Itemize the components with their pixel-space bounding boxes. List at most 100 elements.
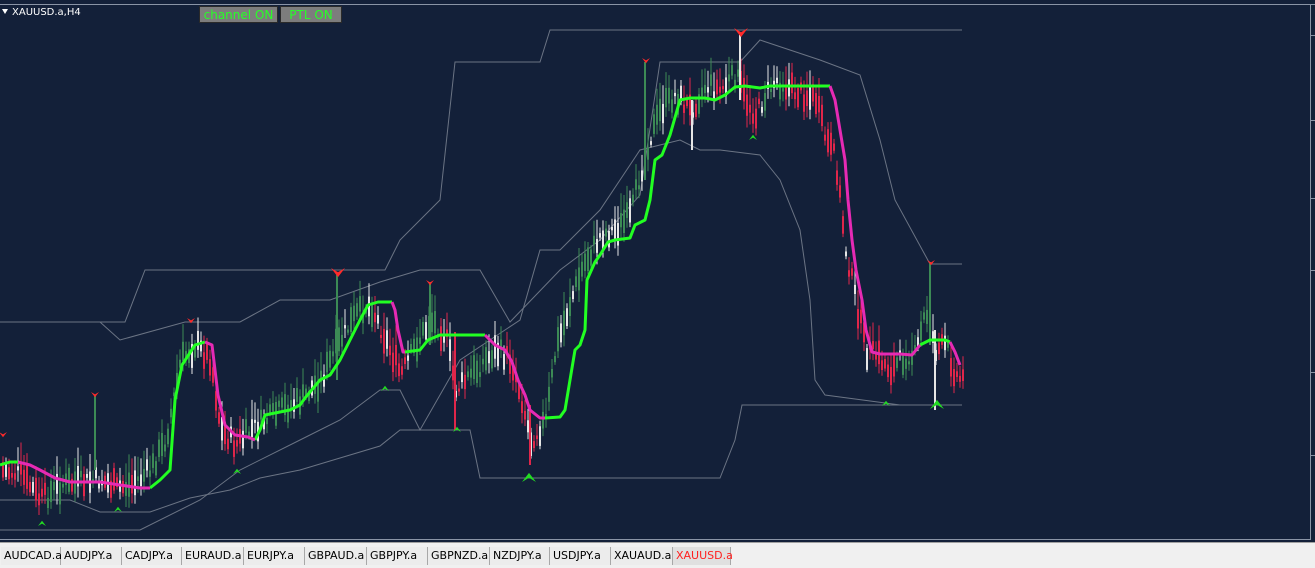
price-scale-tick — [1311, 198, 1315, 199]
candle-body — [128, 472, 130, 497]
candle-body — [674, 92, 676, 97]
candle-body — [731, 65, 733, 76]
chart-symbol-title: XAUUSD.a,H4 — [2, 7, 81, 19]
candle-body — [143, 468, 145, 482]
candle-body — [557, 327, 559, 352]
candle-body — [719, 86, 721, 93]
ptl-toggle-button[interactable]: PTL ON — [280, 6, 342, 23]
candle-body — [203, 352, 205, 369]
candle-body — [581, 261, 583, 277]
candle-body — [833, 143, 835, 151]
tab-nzdjpy-a[interactable]: NZDJPY.a — [490, 547, 550, 565]
candle-body — [470, 368, 472, 378]
candle-body — [272, 403, 274, 412]
candle-body — [611, 226, 613, 231]
candle-body — [11, 472, 13, 478]
tab-xauaud-a[interactable]: XAUAUD.a — [611, 547, 673, 565]
tab-usdjpy-a[interactable]: USDJPY.a — [550, 547, 611, 565]
candle-body — [125, 481, 127, 496]
candle-body — [209, 359, 211, 376]
candle-body — [824, 134, 826, 141]
candle-body — [29, 481, 31, 493]
candle-body — [728, 74, 730, 82]
candle-body — [389, 345, 391, 356]
candle-body — [152, 453, 154, 468]
candle-body — [620, 213, 622, 228]
candle-body — [527, 420, 529, 433]
tab-cadjpy-a[interactable]: CADJPY.a — [122, 547, 182, 565]
candle-body — [566, 308, 568, 327]
candle-body — [563, 310, 565, 336]
chart-symbol-text: XAUUSD.a,H4 — [12, 7, 81, 18]
candle-body — [743, 77, 745, 102]
tab-gbpnzd-a[interactable]: GBPNZD.a — [428, 547, 490, 565]
candle-body — [701, 87, 703, 97]
candle-body — [482, 358, 484, 365]
candle-body — [836, 170, 838, 185]
candle-body — [560, 323, 562, 343]
candle-body — [908, 361, 910, 365]
tab-gbpjpy-a[interactable]: GBPJPY.a — [367, 547, 428, 565]
candle-body — [491, 350, 493, 369]
candle-body — [554, 356, 556, 363]
candle-body — [590, 249, 592, 266]
candle-body — [410, 343, 412, 351]
candle-body — [944, 335, 946, 351]
candle-body — [791, 72, 793, 94]
channel-upper-line — [0, 29, 962, 323]
candle-body — [296, 387, 298, 402]
candle-body — [923, 312, 925, 320]
candle-body — [26, 464, 28, 489]
tab-audjpy-a[interactable]: AUDJPY.a — [61, 547, 122, 565]
candle-body — [50, 480, 52, 503]
candle-body — [668, 87, 670, 104]
candle-body — [287, 404, 289, 423]
candle-body — [245, 419, 247, 433]
candle-body — [548, 386, 550, 402]
buy-arrow-icon — [38, 520, 46, 526]
candle-body — [617, 223, 619, 246]
candle-body — [857, 309, 859, 329]
candle-body — [890, 366, 892, 386]
candle-body — [848, 270, 850, 277]
tab-eurjpy-a[interactable]: EURJPY.a — [244, 547, 305, 565]
candle-body — [542, 411, 544, 429]
tab-xauusd-a[interactable]: XAUUSD.a — [673, 547, 733, 565]
collapse-triangle-icon — [2, 9, 8, 14]
candle-body — [431, 312, 433, 333]
candle-body — [713, 91, 715, 99]
chart-window[interactable]: XAUUSD.a,H4 channel ON PTL ON — [0, 0, 1315, 542]
candle-body — [842, 216, 844, 234]
candle-body — [893, 352, 895, 377]
candle-body — [695, 103, 697, 117]
candle-body — [350, 307, 352, 333]
candle-body — [758, 98, 760, 105]
candle-body — [665, 87, 667, 108]
candle-body — [155, 461, 157, 476]
candle-body — [956, 371, 958, 377]
candle-body — [167, 428, 169, 445]
candle-body — [53, 481, 55, 491]
candle-body — [536, 435, 538, 440]
channel-toggle-button[interactable]: channel ON — [199, 6, 278, 23]
tab-gbpaud-a[interactable]: GBPAUD.a — [305, 547, 367, 565]
candle-body — [374, 312, 376, 323]
candle-body — [626, 202, 628, 218]
candle-body — [62, 483, 64, 488]
candle-body — [419, 337, 421, 344]
candle-body — [353, 305, 355, 322]
candle-body — [341, 334, 343, 347]
candle-body — [332, 351, 334, 357]
candle-body — [746, 94, 748, 116]
candle-body — [752, 113, 754, 124]
candle-body — [635, 179, 637, 190]
tab-audcad-a[interactable]: AUDCAD.a — [1, 547, 62, 565]
candle-body — [902, 354, 904, 375]
sell-arrow-icon — [91, 392, 99, 398]
candle-body — [68, 467, 70, 492]
price-chart[interactable] — [0, 0, 1315, 542]
candle-body — [131, 474, 133, 494]
candle-body — [650, 141, 652, 145]
candle-body — [134, 470, 136, 496]
tab-euraud-a[interactable]: EURAUD.a — [182, 547, 244, 565]
